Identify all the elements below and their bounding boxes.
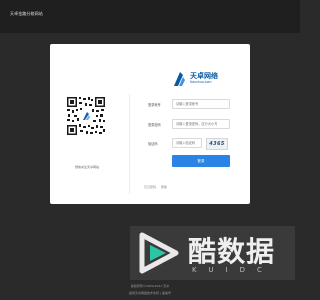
brand-name: 酷数据 <box>188 235 276 268</box>
help-link[interactable]: 帮助 <box>161 185 167 189</box>
account-input[interactable] <box>172 99 230 109</box>
logo-subtitle: tianzhuo.com <box>190 80 212 84</box>
qr-code-icon <box>66 96 106 136</box>
login-button[interactable]: 登录 <box>172 155 230 167</box>
password-input[interactable] <box>172 119 230 129</box>
play-logo-icon <box>139 232 179 274</box>
qr-caption: 微信关注天卓网站 <box>74 165 99 169</box>
logo-mark-icon <box>174 72 185 86</box>
qr-code <box>66 96 106 136</box>
captcha-label: 验证码 <box>148 142 158 146</box>
footer-copyright: 版权所有©2009-2021 天卓 <box>130 284 170 288</box>
divider <box>129 94 130 194</box>
captcha-image[interactable]: 4365 <box>206 138 228 150</box>
forgot-password-link[interactable]: 忘记密码 <box>144 185 156 189</box>
captcha-input[interactable] <box>172 138 202 148</box>
brand-letters: KUIDC <box>192 266 274 274</box>
helper-links: 忘记密码 帮助 <box>144 185 171 189</box>
account-label: 登录帐号 <box>148 103 161 107</box>
watermark-brand: 酷数据 KUIDC <box>130 226 295 280</box>
login-card: 微信关注天卓网站 天卓网络 tianzhuo.com 登录帐号 登录密码 验证码… <box>50 44 250 204</box>
logo: 天卓网络 tianzhuo.com <box>172 68 232 90</box>
site-title: 天卓金路分校网站 <box>10 11 43 16</box>
top-bar: 天卓金路分校网站 <box>0 0 300 33</box>
footer-support: 提供天卓网络技术支持 | 备案号 <box>129 291 171 295</box>
password-label: 登录密码 <box>148 123 161 127</box>
